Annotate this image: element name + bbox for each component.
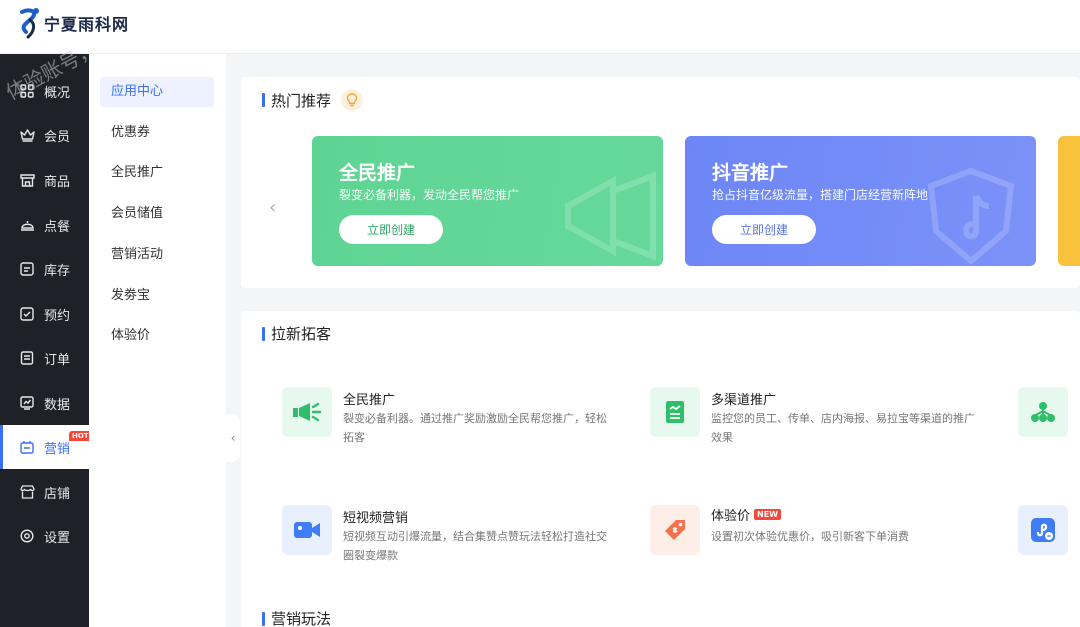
card-desc: 抢占抖音亿级流量，搭建门店经营新阵地 — [712, 188, 929, 202]
feature-trial-price[interactable]: 体验价 NEW 设置初次体验优惠价，吸引新客下单消费 — [650, 505, 980, 565]
network-icon — [1018, 387, 1068, 437]
feature-multichannel[interactable]: 多渠道推广 监控您的员工、传单、店内海报、易拉宝等渠道的推广效果 — [650, 387, 980, 447]
create-button[interactable]: 立即创建 — [712, 215, 816, 244]
price-tag-icon — [650, 505, 700, 555]
play-title: 营销玩法 — [271, 610, 332, 627]
sidebar-item-shop[interactable]: 店铺 — [0, 470, 89, 514]
marketing-play-panel: 营销玩法 — [241, 596, 1080, 627]
sidebar-item-data[interactable]: 数据 — [0, 381, 89, 425]
feature-title: 全民推广 — [343, 393, 396, 408]
feature-title-text: 体验价 — [711, 509, 751, 524]
settings-icon — [19, 528, 35, 544]
brand-logo[interactable]: 宁夏雨科网 — [16, 6, 129, 40]
hot-recommend-panel: 热门推荐 ‹ 全民推广 裂变必备利器，发动全民帮您推广 立即创建 抖音推广 抢占… — [241, 77, 1080, 288]
sidebar-item-settings[interactable]: 设置 — [0, 514, 89, 558]
card-desc: 裂变必备利器，发动全民帮您推广 — [339, 188, 520, 202]
feature-title: 体验价 NEW — [711, 505, 781, 524]
new-badge: NEW — [754, 509, 781, 520]
feature-title: 多渠道推广 — [711, 393, 777, 408]
card-title: 全民推广 — [339, 162, 416, 184]
miniprogram-icon — [1018, 505, 1068, 555]
submenu-item-trial-price[interactable]: 体验价 — [100, 321, 214, 351]
feature-desc: 监控您的员工、传单、店内海报、易拉宝等渠道的推广效果 — [711, 412, 975, 444]
section-title-hot: 热门推荐 — [262, 89, 364, 111]
feature-desc: 短视频互动引爆流量，结合集赞点赞玩法轻松打造社交圈裂变爆款 — [343, 530, 607, 562]
marketing-icon — [19, 439, 35, 455]
chevron-left-icon: ‹ — [269, 197, 277, 218]
section-title-play: 营销玩法 — [262, 608, 331, 627]
collapse-submenu-button[interactable]: ‹ — [226, 414, 240, 462]
submenu-item-member-deposit[interactable]: 会员储值 — [100, 199, 214, 229]
section-title-acquire: 拉新拓客 — [262, 323, 331, 344]
feature-title: 短视频营销 — [343, 511, 409, 526]
calendar-check-icon — [19, 306, 35, 322]
sidebar-item-label: 预约 — [44, 308, 71, 324]
lightbulb-icon — [341, 89, 364, 111]
sidebar-item-label: 库存 — [44, 263, 71, 279]
sidebar-item-orders[interactable]: 订单 — [0, 336, 89, 380]
sidebar-item-ordering[interactable]: 点餐 — [0, 203, 89, 247]
hot-card-promotion[interactable]: 全民推广 裂变必备利器，发动全民帮您推广 立即创建 — [312, 136, 663, 266]
order-icon — [19, 350, 35, 366]
acquire-panel: 拉新拓客 全民推广 裂变必备利器。通过推广奖励激励全民帮您推广，轻松拓客 多渠道… — [241, 311, 1080, 607]
inventory-icon — [19, 261, 35, 277]
crown-icon — [19, 127, 35, 143]
feature-promotion[interactable]: 全民推广 裂变必备利器。通过推广奖励激励全民帮您推广，轻松拓客 — [282, 387, 612, 447]
sidebar-item-marketing[interactable]: 营销 HOT — [0, 425, 92, 469]
sidebar-item-members[interactable]: 会员 — [0, 113, 89, 157]
douyin-shield-icon — [927, 167, 1015, 265]
grid-icon — [19, 83, 35, 99]
create-button[interactable]: 立即创建 — [339, 215, 443, 244]
logo-icon — [20, 8, 39, 39]
video-icon — [282, 505, 332, 555]
hot-title: 热门推荐 — [271, 91, 332, 110]
top-header: 宁夏雨科网 — [0, 0, 1080, 54]
hot-card-douyin[interactable]: 抖音推广 抢占抖音亿级流量，搭建门店经营新阵地 立即创建 — [685, 136, 1036, 266]
sidebar-item-label: 营销 — [44, 441, 71, 457]
chevron-left-icon: ‹ — [230, 431, 236, 445]
sidebar-item-booking[interactable]: 预约 — [0, 292, 89, 336]
submenu: 应用中心 优惠券 全民推广 会员储值 营销活动 发劵宝 体验价 — [89, 54, 226, 627]
sidebar-item-label: 点餐 — [44, 219, 71, 235]
sidebar-item-label: 设置 — [44, 530, 71, 546]
hot-card-partial[interactable] — [1058, 136, 1080, 266]
submenu-item-campaigns[interactable]: 营销活动 — [100, 240, 214, 270]
chart-icon — [19, 395, 35, 411]
sidebar-item-label: 商品 — [44, 174, 71, 190]
submenu-item-coupons[interactable]: 优惠券 — [100, 118, 214, 148]
sidebar-item-goods[interactable]: 商品 — [0, 158, 89, 202]
feature-desc: 设置初次体验优惠价，吸引新客下单消费 — [711, 530, 909, 543]
feature-partial-2[interactable] — [1018, 505, 1080, 565]
submenu-item-coupon-bao[interactable]: 发劵宝 — [100, 281, 214, 311]
sidebar-item-label: 店铺 — [44, 486, 71, 502]
feature-desc: 裂变必备利器。通过推广奖励激励全民帮您推广，轻松拓客 — [343, 412, 607, 444]
dish-icon — [19, 217, 35, 233]
sidebar-item-overview[interactable]: 概况 — [0, 69, 89, 113]
sidebar-item-label: 概况 — [44, 85, 71, 101]
megaphone-icon — [565, 171, 656, 261]
brand-name: 宁夏雨科网 — [44, 15, 130, 34]
sidebar-item-label: 订单 — [44, 352, 71, 368]
card-title: 抖音推广 — [712, 162, 789, 184]
megaphone-icon — [282, 387, 332, 437]
submenu-item-promotion[interactable]: 全民推广 — [100, 158, 214, 188]
feature-short-video[interactable]: 短视频营销 短视频互动引爆流量，结合集赞点赞玩法轻松打造社交圈裂变爆款 — [282, 505, 612, 565]
acquire-title: 拉新拓客 — [271, 325, 332, 343]
submenu-item-app-center[interactable]: 应用中心 — [100, 77, 214, 107]
report-icon — [650, 387, 700, 437]
sidebar-item-label: 数据 — [44, 397, 71, 413]
store-icon — [19, 172, 35, 188]
main-sidebar: 概况 会员 商品 点餐 库存 预约 订单 数据 营销 HOT 店铺 设置 — [0, 54, 92, 627]
sidebar-item-inventory[interactable]: 库存 — [0, 247, 89, 291]
feature-partial-1[interactable] — [1018, 387, 1080, 447]
shop-icon — [19, 484, 35, 500]
sidebar-item-label: 会员 — [44, 129, 71, 145]
carousel-prev-button[interactable]: ‹ — [269, 197, 276, 218]
